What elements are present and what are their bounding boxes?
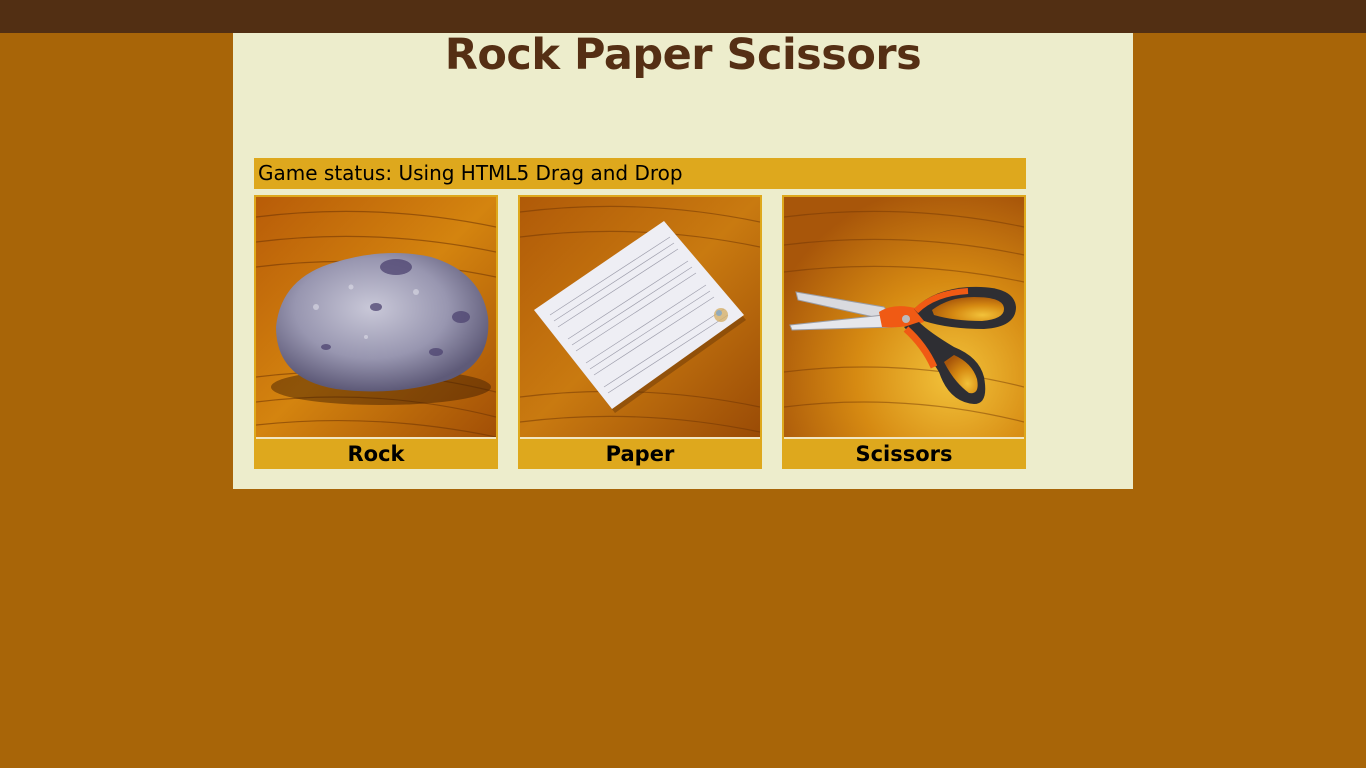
game-panel: Rock Paper Scissors Game status: Using H… bbox=[233, 33, 1133, 489]
scissors-label: Scissors bbox=[855, 442, 953, 466]
paper-photo bbox=[520, 197, 760, 439]
choice-rock[interactable]: Rock bbox=[254, 195, 498, 469]
game-status: Game status: Using HTML5 Drag and Drop bbox=[254, 158, 1026, 189]
choice-paper[interactable]: Paper bbox=[518, 195, 762, 469]
rock-label: Rock bbox=[347, 442, 405, 466]
choice-scissors[interactable]: Scissors bbox=[782, 195, 1026, 469]
rock-photo bbox=[256, 197, 496, 439]
paper-label: Paper bbox=[605, 442, 675, 466]
page-title: Rock Paper Scissors bbox=[444, 30, 922, 80]
top-bar bbox=[0, 0, 1366, 33]
scissors-photo bbox=[784, 197, 1024, 439]
